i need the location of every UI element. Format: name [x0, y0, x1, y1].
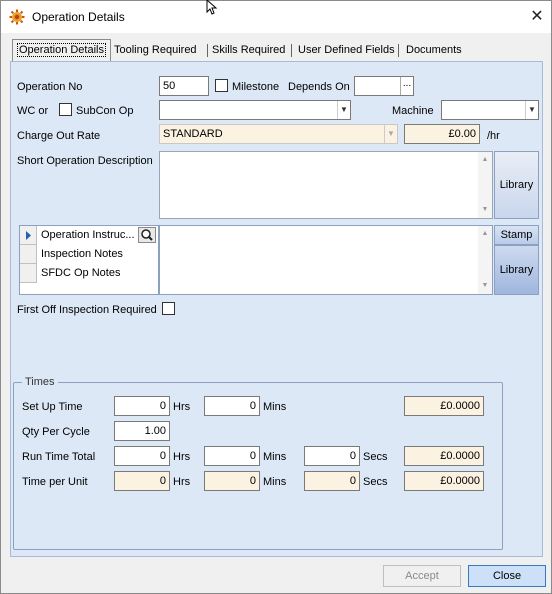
mouse-cursor-icon — [206, 0, 218, 15]
times-group-label: Times — [22, 376, 58, 388]
unit-secs-unit: Secs — [363, 476, 388, 488]
subcon-op-checkbox[interactable] — [59, 103, 72, 116]
run-time-total-label: Run Time Total — [22, 451, 96, 463]
unit-cost-value: £0.0000 — [404, 471, 484, 491]
notes-scrollbar[interactable]: ▲ ▼ — [478, 226, 492, 294]
notes-item-inspection-notes[interactable]: Inspection Notes — [20, 245, 158, 264]
window-title: Operation Details — [32, 10, 125, 24]
setup-hrs-unit: Hrs — [173, 401, 191, 413]
charge-out-rate-amount: £0.00 — [404, 124, 480, 144]
notes-item-sfdc-op-notes[interactable]: SFDC Op Notes — [20, 264, 158, 283]
setup-cost-value: £0.0000 — [404, 396, 484, 416]
qty-per-cycle-input[interactable]: 1.00 — [114, 421, 170, 441]
notes-library-button[interactable]: Library — [494, 245, 539, 295]
accept-button[interactable]: Accept — [383, 565, 461, 587]
depends-on-input[interactable]: ... — [354, 76, 414, 96]
tab-separator — [291, 44, 292, 57]
run-hrs-input[interactable]: 0 — [114, 446, 170, 466]
operation-details-panel: Operation No 50 Milestone Depends On ...… — [10, 61, 543, 557]
first-off-inspection-label: First Off Inspection Required — [17, 304, 157, 316]
depends-on-browse-button[interactable]: ... — [400, 77, 413, 95]
qty-per-cycle-label: Qty Per Cycle — [22, 426, 90, 438]
scroll-down-icon[interactable]: ▼ — [478, 204, 492, 216]
notes-item-label: Inspection Notes — [41, 248, 123, 260]
notes-type-list: Operation Instruc... Inspection Notes SF… — [19, 225, 159, 295]
tab-separator — [398, 44, 399, 57]
row-selector — [20, 264, 37, 283]
chevron-down-icon[interactable]: ▼ — [525, 101, 538, 119]
run-mins-unit: Mins — [263, 451, 287, 463]
scroll-up-icon[interactable]: ▲ — [478, 154, 492, 166]
milestone-label: Milestone — [232, 81, 280, 93]
operation-no-input[interactable]: 50 — [159, 76, 209, 96]
run-secs-input[interactable]: 0 — [304, 446, 360, 466]
time-per-unit-label: Time per Unit — [22, 476, 88, 488]
unit-hrs-value: 0 — [114, 471, 170, 491]
scroll-up-icon[interactable]: ▲ — [478, 228, 492, 240]
tab-user-defined-fields[interactable]: User Defined Fields — [294, 41, 399, 60]
tab-operation-details-label: Operation Details — [17, 43, 106, 57]
magnifier-icon[interactable] — [138, 227, 156, 243]
unit-hrs-unit: Hrs — [173, 476, 191, 488]
app-gear-icon — [9, 9, 25, 25]
close-window-icon[interactable]: ✕ — [525, 5, 549, 29]
work-centre-dropdown[interactable]: ▼ — [159, 100, 351, 120]
short-description-label: Short Operation Description — [17, 155, 153, 167]
tab-documents[interactable]: Documents — [402, 41, 466, 60]
unit-secs-value: 0 — [304, 471, 360, 491]
subcon-op-label: SubCon Op — [76, 105, 134, 117]
machine-dropdown[interactable]: ▼ — [441, 100, 539, 120]
setup-mins-unit: Mins — [263, 401, 287, 413]
scroll-down-icon[interactable]: ▼ — [478, 280, 492, 292]
short-description-textarea[interactable]: ▲ ▼ — [159, 151, 493, 219]
per-hour-label: /hr — [487, 130, 500, 142]
setup-mins-input[interactable]: 0 — [204, 396, 260, 416]
run-hrs-unit: Hrs — [173, 451, 191, 463]
chevron-down-icon[interactable]: ▼ — [337, 101, 350, 119]
run-cost-value: £0.0000 — [404, 446, 484, 466]
chevron-down-icon[interactable]: ▼ — [384, 125, 397, 143]
charge-out-rate-dropdown[interactable]: STANDARD ▼ — [159, 124, 398, 144]
tab-skills-required[interactable]: Skills Required — [208, 41, 289, 60]
title-bar: Operation Details ✕ — [1, 0, 551, 33]
description-library-button[interactable]: Library — [494, 151, 539, 219]
description-scrollbar[interactable]: ▲ ▼ — [478, 152, 492, 218]
charge-out-rate-label: Charge Out Rate — [17, 130, 101, 142]
row-selector — [20, 226, 37, 245]
row-selector — [20, 245, 37, 264]
run-secs-unit: Secs — [363, 451, 388, 463]
charge-out-rate-value: STANDARD — [163, 128, 223, 140]
setup-hrs-input[interactable]: 0 — [114, 396, 170, 416]
first-off-inspection-checkbox[interactable] — [162, 302, 175, 315]
unit-mins-value: 0 — [204, 471, 260, 491]
tab-operation-details[interactable]: Operation Details — [12, 39, 111, 61]
setup-time-label: Set Up Time — [22, 401, 83, 413]
notes-item-label: SFDC Op Notes — [41, 267, 121, 279]
machine-label: Machine — [392, 105, 434, 117]
current-row-arrow-icon — [26, 231, 31, 240]
depends-on-label: Depends On — [288, 81, 350, 93]
operation-no-label: Operation No — [17, 81, 83, 93]
operation-details-dialog: Operation Details ✕ Operation Details To… — [0, 0, 552, 594]
times-group: Times Set Up Time 0 Hrs 0 Mins £0.0000 Q… — [13, 376, 503, 550]
notes-item-operation-instructions[interactable]: Operation Instruc... — [20, 226, 158, 245]
milestone-checkbox[interactable] — [215, 79, 228, 92]
tab-tooling-required[interactable]: Tooling Required — [110, 41, 201, 60]
wc-or-label: WC or — [17, 105, 49, 117]
notes-item-label: Operation Instruc... — [41, 229, 135, 241]
unit-mins-unit: Mins — [263, 476, 287, 488]
notes-textarea[interactable]: ▲ ▼ — [159, 225, 493, 295]
run-mins-input[interactable]: 0 — [204, 446, 260, 466]
close-button[interactable]: Close — [468, 565, 546, 587]
stamp-button[interactable]: Stamp — [494, 225, 539, 245]
